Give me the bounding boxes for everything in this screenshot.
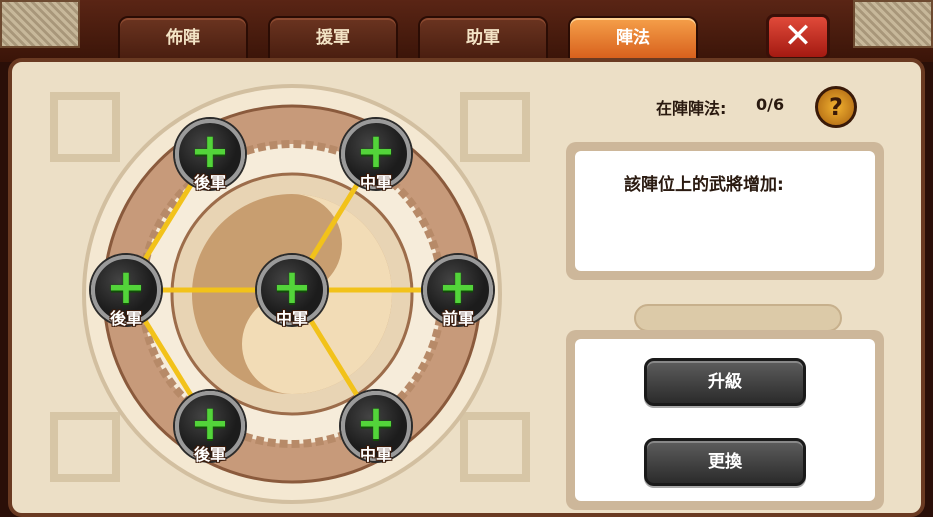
formation-slot[interactable]: + 前軍: [423, 255, 493, 328]
question-icon: ?: [829, 93, 843, 121]
tab-support[interactable]: 助軍: [418, 16, 548, 60]
slot-label: 後軍: [193, 173, 226, 192]
slot-label: 後軍: [193, 445, 226, 464]
formation-slot[interactable]: + 中軍: [341, 119, 411, 192]
tab-reinforce[interactable]: 援軍: [268, 16, 398, 60]
top-bar: 佈陣 援軍 助軍 陣法 ✕: [0, 0, 933, 62]
plus-icon: +: [437, 259, 479, 315]
formation-slot[interactable]: + 後軍: [175, 119, 245, 192]
help-button[interactable]: ?: [815, 86, 857, 128]
plus-icon: +: [355, 123, 397, 179]
formation-count-label: 在陣陣法:: [656, 99, 727, 118]
formation-slot[interactable]: + 中軍: [341, 391, 411, 464]
info-title: 該陣位上的武將增加:: [624, 175, 784, 195]
plus-icon: +: [189, 123, 231, 179]
info-panel: [566, 142, 884, 280]
tab-deploy[interactable]: 佈陣: [118, 16, 248, 60]
slot-label: 前軍: [441, 309, 474, 328]
formation-slot[interactable]: + 中軍: [257, 255, 327, 328]
slot-label: 中軍: [359, 173, 392, 192]
close-button[interactable]: ✕: [766, 14, 830, 60]
slot-label: 後軍: [109, 309, 142, 328]
replace-button[interactable]: 更換: [644, 438, 806, 486]
slot-label: 中軍: [275, 309, 308, 328]
formation-count-value: 0/6: [756, 95, 785, 114]
yinyang-dot: [280, 332, 304, 356]
plus-icon: +: [105, 259, 147, 315]
upgrade-button[interactable]: 升級: [644, 358, 806, 406]
corner-ornament-left: [0, 0, 80, 48]
slot-label: 中軍: [359, 445, 392, 464]
yinyang-dot: [280, 232, 304, 256]
close-icon: ✕: [783, 16, 813, 56]
plus-icon: +: [355, 395, 397, 451]
plus-icon: +: [271, 259, 313, 315]
corner-ornament-right: [853, 0, 933, 48]
cloud-ornament: [634, 304, 842, 332]
info-panel-inner: [575, 151, 875, 271]
tab-formation[interactable]: 陣法: [568, 16, 698, 60]
plus-icon: +: [189, 395, 231, 451]
formation-board: + 後軍 + 中軍 + 後軍 + 中軍 + 前軍 + 後軍 + 中軍: [82, 84, 502, 504]
formation-slot[interactable]: + 後軍: [175, 391, 245, 464]
formation-slot[interactable]: + 後軍: [91, 255, 161, 328]
